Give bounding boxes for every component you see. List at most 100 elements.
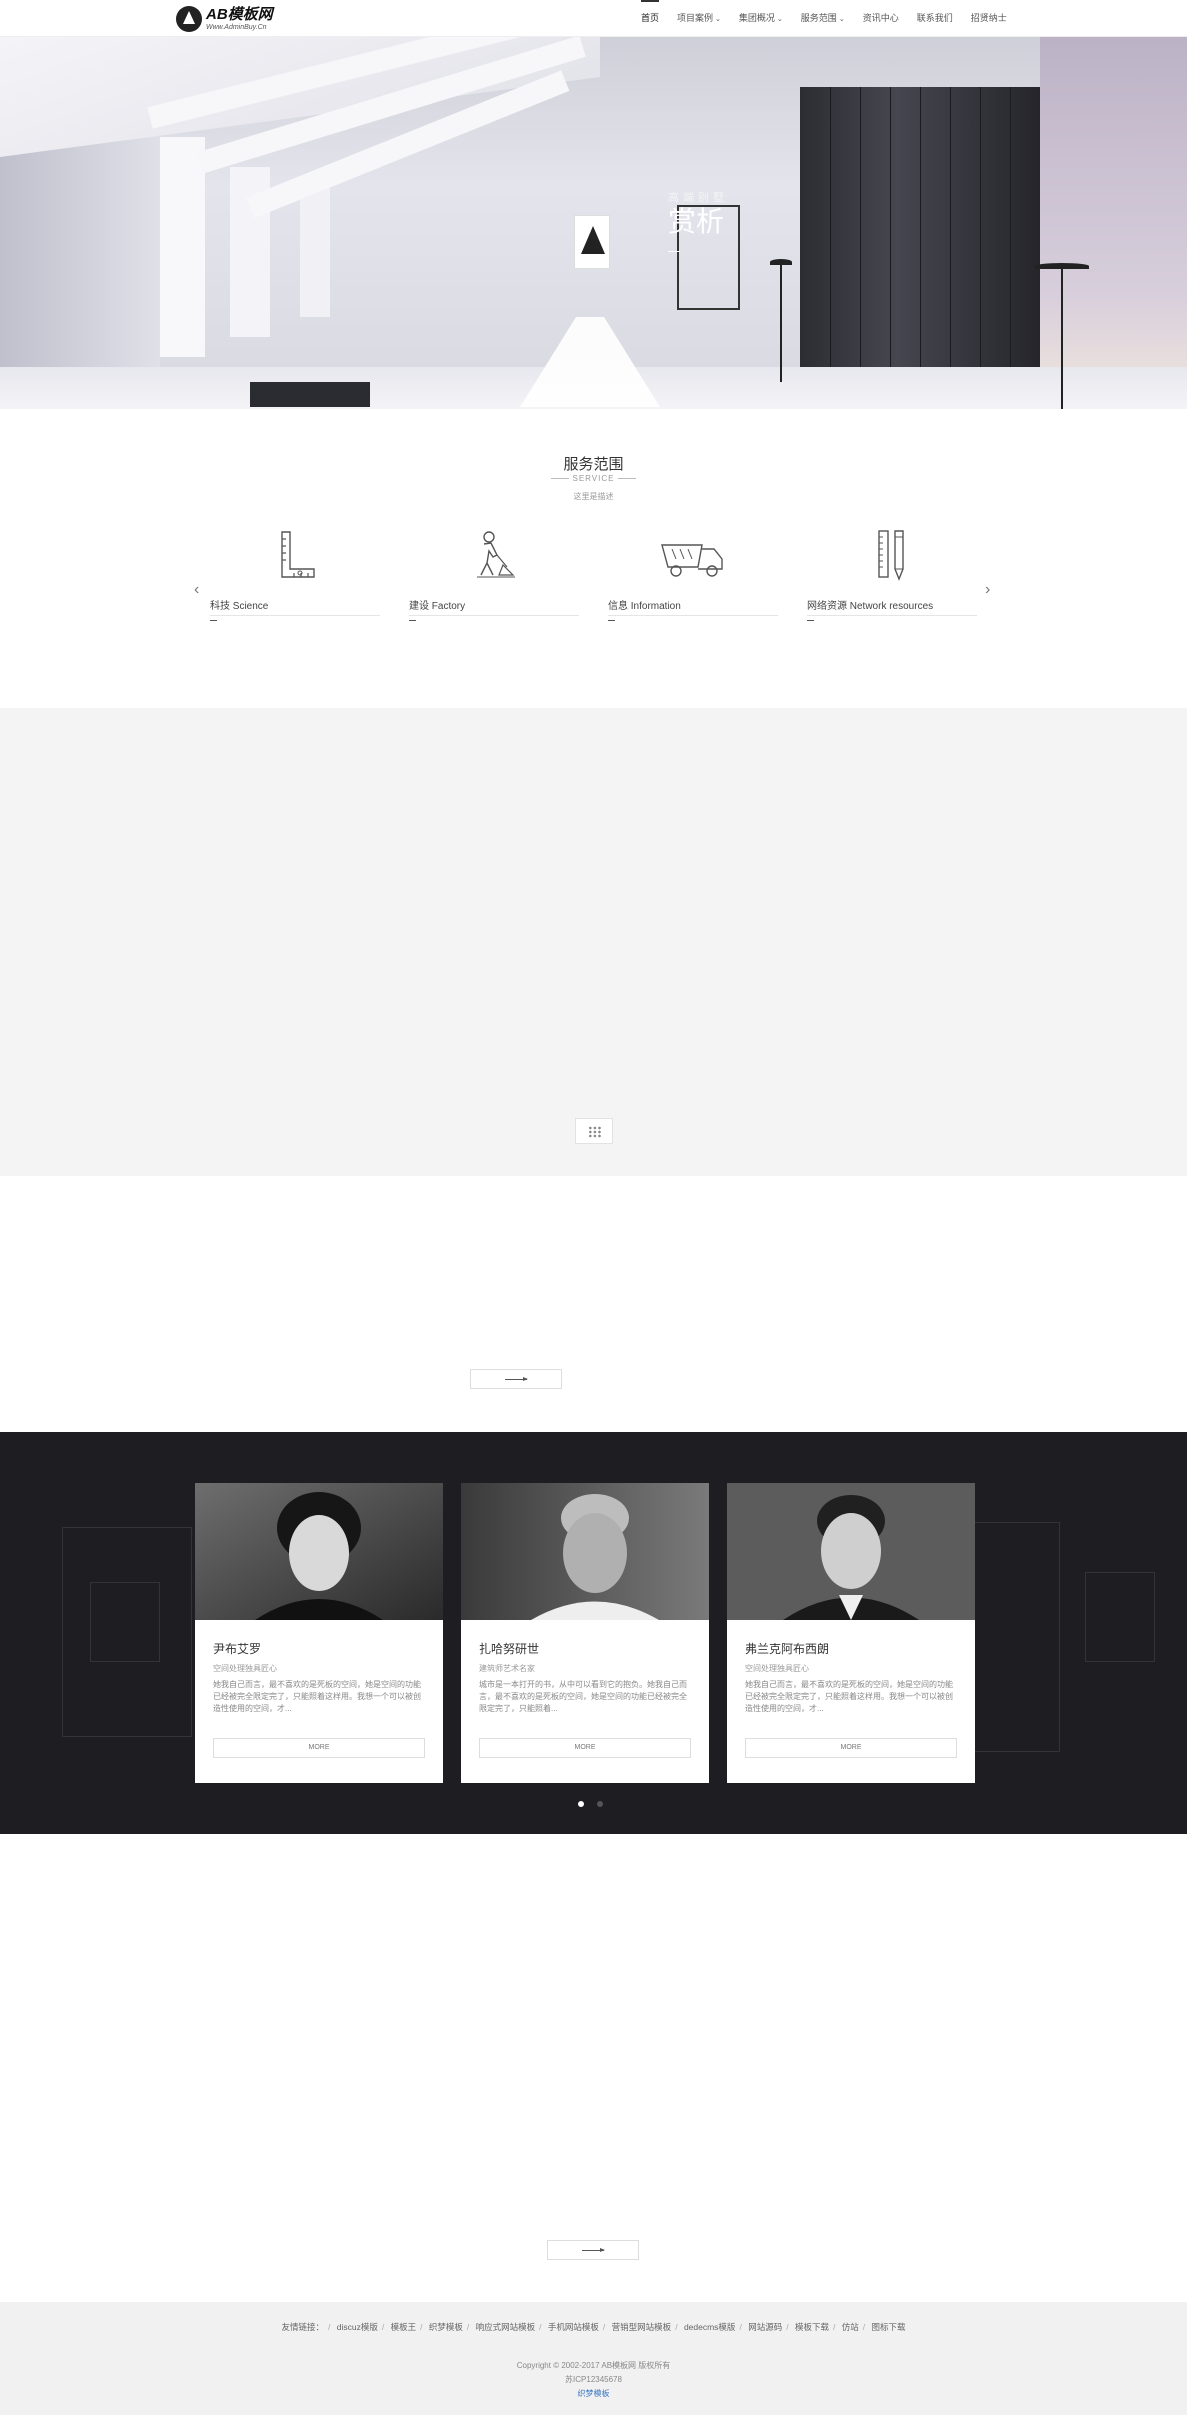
footer-link[interactable]: 织梦模板 [429,2322,463,2332]
nav-item-services[interactable]: 服务范围 ⌄ [792,0,854,37]
more-arrow-button[interactable] [547,2240,639,2260]
footer-link[interactable]: 响应式网站模板 [476,2322,536,2332]
service-label: 建设 Factory [409,601,466,612]
member-role: 建筑师艺术名家 [479,1664,535,1673]
lamp-shade [770,259,792,265]
member-name: 扎哈努研世 [479,1642,540,1656]
copyright: Copyright © 2002-2017 AB模板网 版权所有 [516,2361,671,2370]
member-name: 弗兰克阿布西朗 [745,1642,830,1656]
divider [210,615,380,616]
hero-banner[interactable]: 高端别墅 赏析 [0,37,1187,409]
blueprint-decoration [1085,1572,1155,1662]
service-item-information[interactable]: 信息 Information [608,527,778,627]
truck-icon [661,544,723,577]
divider [608,620,615,621]
divider [608,615,778,616]
team-section: 尹布艾罗 空间处理独具匠心 她我自己而言，最不喜欢的是死板的空间，她是空间的功能… [0,1432,1187,1834]
nav-label: 资讯中心 [862,13,899,23]
divider [807,615,977,616]
about-section [0,1176,1187,1432]
footer-link[interactable]: dedecms模版 [684,2322,736,2332]
service-label: 网络资源 Network resources [807,601,934,612]
blueprint-decoration [90,1582,160,1662]
section-desc: 这里是描述 [573,492,614,501]
footer-link[interactable]: 模板下载 [795,2322,829,2332]
hero-window [160,137,205,357]
footer-link[interactable]: 仿站 [842,2322,859,2332]
lamp-icon [1061,267,1063,409]
service-label: 科技 Science [210,601,269,612]
more-arrow-button[interactable] [470,1369,562,1389]
section-title: 服务范围 [563,456,624,473]
hero-subtitle: 高端别墅 [668,192,728,204]
logo[interactable]: AB模板网 Www.AdminBuy.Cn [176,6,273,32]
nav-item-jobs[interactable]: 招贤纳士 [962,0,1016,37]
service-section: 服务范围 SERVICE 这里是描述 ‹ › 科技 Science 建设 Fac… [0,409,1187,708]
lamp-shade [1035,263,1089,269]
chevron-down-icon: ⌄ [776,16,783,23]
hero-cabinet [800,87,1040,409]
team-card[interactable]: 尹布艾罗 空间处理独具匠心 她我自己而言，最不喜欢的是死板的空间，她是空间的功能… [195,1483,443,1783]
hero-window [300,187,330,317]
nav-item-group[interactable]: 集团概况 ⌄ [730,0,792,37]
ruler-icon [281,531,315,578]
worker-icon [477,531,515,578]
project-gallery [0,708,1187,1176]
member-desc: 她我自己而言，最不喜欢的是死板的空间，她是空间的功能已经被完全限定完了，只能照着… [213,1680,421,1713]
portrait-photo [195,1483,443,1620]
hero-artwork [574,215,610,269]
carousel-dot[interactable] [597,1801,603,1807]
hero-table [520,317,660,407]
service-item-network[interactable]: 网络资源 Network resources [807,527,977,627]
news-section [0,1834,1187,2302]
powered-by-link[interactable]: 织梦模板 [0,2388,1187,2399]
divider [210,620,217,621]
portrait-photo [461,1483,709,1620]
nav-item-contact[interactable]: 联系我们 [908,0,962,37]
nav-item-news[interactable]: 资讯中心 [854,0,908,37]
chevron-left-icon[interactable]: ‹ [194,581,199,599]
member-desc: 城市是一本打开的书，从中可以看到它的抱负。她我自己而言，最不喜欢的是死板的空间，… [479,1680,687,1713]
logo-subtitle: Www.AdminBuy.Cn [206,24,267,31]
main-nav: 首页 项目案例 ⌄ 集团概况 ⌄ 服务范围 ⌄ 资讯中心 联系我们 招贤纳士 [632,0,1016,37]
nav-label: 项目案例 [677,13,714,23]
links-label: 友情链接： [281,2322,325,2332]
site-footer: 友情链接： / discuz模版 / 模板王 / 织梦模板 / 响应式网站模板 / 手机网… [0,2302,1187,2415]
chevron-right-icon[interactable]: › [985,581,990,599]
footer-link[interactable]: 网站源码 [748,2322,782,2332]
more-button[interactable]: MORE [745,1738,957,1758]
service-item-factory[interactable]: 建设 Factory [409,527,579,627]
footer-link[interactable]: 模板王 [391,2322,417,2332]
nav-item-home[interactable]: 首页 [632,0,668,37]
icp-number[interactable]: 苏ICP12345678 [0,2374,1187,2385]
service-item-science[interactable]: 科技 Science [210,527,380,627]
more-button[interactable]: MORE [213,1738,425,1758]
footer-link[interactable]: 图标下载 [871,2322,905,2332]
divider [409,620,416,621]
nav-label: 首页 [641,13,660,23]
member-name: 尹布艾罗 [213,1642,262,1656]
divider [807,620,814,621]
nav-label: 招贤纳士 [970,13,1007,23]
nav-label: 服务范围 [800,13,837,23]
footer-link[interactable]: 营销型网站模板 [612,2322,672,2332]
chevron-down-icon: ⌄ [715,16,721,23]
grid-icon [588,1126,602,1138]
divider [409,615,579,616]
hero-shelf [250,382,370,407]
chevron-down-icon: ⌄ [838,16,845,23]
nav-item-projects[interactable]: 项目案例 ⌄ [668,0,730,37]
site-header: AB模板网 Www.AdminBuy.Cn 首页 项目案例 ⌄ 集团概况 ⌄ 服务范… [0,0,1187,37]
carousel-dot-active[interactable] [578,1801,584,1807]
member-desc: 她我自己而言，最不喜欢的是死板的空间，她是空间的功能已经被完全限定完了，只能照着… [745,1680,953,1713]
team-card[interactable]: 弗兰克阿布西朗 空间处理独具匠心 她我自己而言，最不喜欢的是死板的空间，她是空间… [727,1483,975,1783]
team-card[interactable]: 扎哈努研世 建筑师艺术名家 城市是一本打开的书，从中可以看到它的抱负。她我自己而… [461,1483,709,1783]
hero-title: 赏析 [668,206,725,237]
more-button[interactable]: MORE [479,1738,691,1758]
logo-name: AB模板网 [206,6,273,23]
footer-link[interactable]: discuz模版 [337,2322,378,2332]
hero-divider [668,251,680,252]
footer-link[interactable]: 手机网站模板 [548,2322,599,2332]
grid-button[interactable] [575,1118,613,1144]
section-subtitle: SERVICE [0,474,1187,483]
